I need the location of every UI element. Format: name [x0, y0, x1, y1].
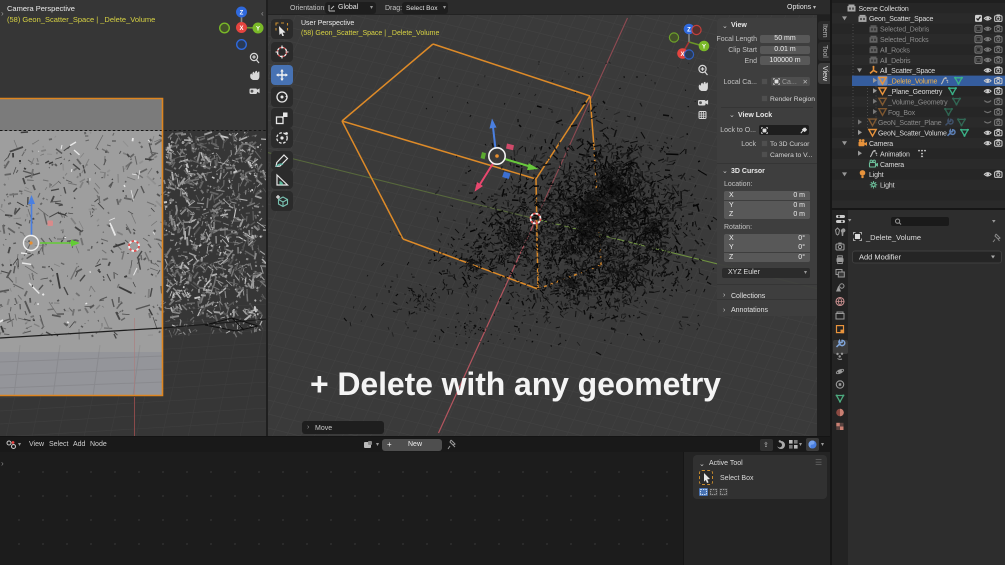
svg-text:Camera: Camera [880, 162, 904, 169]
svg-text:_Plane_Geometry: _Plane_Geometry [887, 89, 943, 96]
svg-text:Selected_Debris: Selected_Debris [880, 27, 930, 34]
svg-text:_Delete_Volume: _Delete_Volume [865, 233, 921, 242]
svg-text:Camera: Camera [869, 141, 893, 148]
svg-text:Light: Light [880, 183, 895, 190]
svg-text:Z: Z [240, 10, 244, 16]
svg-text:Z: Z [687, 27, 691, 33]
svg-text:›: › [1, 9, 4, 18]
svg-text:Add Modifier: Add Modifier [859, 253, 902, 262]
svg-text:Camera Perspective: Camera Perspective [7, 4, 75, 13]
svg-text:Animation: Animation [880, 151, 910, 158]
svg-text:‹: ‹ [261, 9, 264, 18]
svg-text:Light: Light [869, 172, 884, 179]
svg-text:Geon_Scatter_Space: Geon_Scatter_Space [869, 16, 933, 23]
svg-text:Fog_Box: Fog_Box [888, 110, 916, 117]
svg-text:_Volume_Geometry: _Volume_Geometry [887, 99, 948, 106]
svg-text:Y: Y [702, 44, 706, 50]
svg-text:Y: Y [256, 26, 260, 32]
svg-text:X: X [239, 26, 243, 32]
svg-text:Scene Collection: Scene Collection [859, 6, 909, 13]
svg-text:All_Debris: All_Debris [880, 58, 911, 65]
svg-text:_Delete_Volume: _Delete_Volume [887, 79, 938, 86]
svg-text:Selected_Rocks: Selected_Rocks [880, 37, 929, 44]
svg-text:GeoN_Scatter_Volume: GeoN_Scatter_Volume [878, 131, 947, 138]
svg-text:(58) Geon_Scatter_Space | _Del: (58) Geon_Scatter_Space | _Delete_Volume [7, 15, 155, 24]
svg-text:All_Scatter_Space: All_Scatter_Space [880, 68, 935, 75]
svg-text:GeoN_Scatter_Plane: GeoN_Scatter_Plane [878, 120, 942, 127]
svg-text:All_Rocks: All_Rocks [880, 47, 910, 54]
